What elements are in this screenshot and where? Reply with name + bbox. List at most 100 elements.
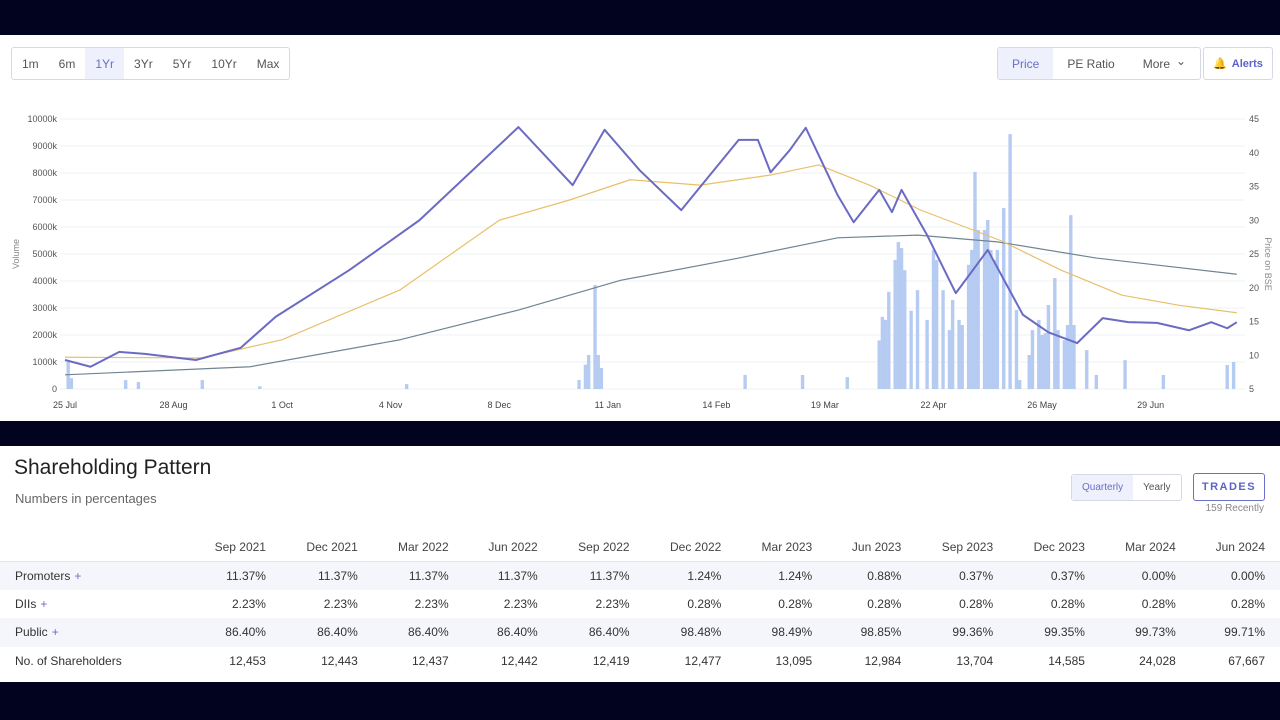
volume-bar [1002, 208, 1006, 389]
cell-value: 2.23% [231, 596, 266, 611]
y-left-tick: 4000k [32, 276, 57, 286]
x-tick: 14 Feb [702, 400, 730, 410]
trades-note: 159 Recently [1205, 503, 1264, 514]
y-left-label: Volume [11, 239, 21, 269]
volume-bar [1043, 333, 1047, 389]
y-left-tick: 0 [52, 384, 57, 394]
x-tick: 1 Oct [271, 400, 293, 410]
y-left-tick: 8000k [32, 168, 57, 178]
cell-value: 1.24% [644, 561, 737, 590]
period-toggle: Quarterly Yearly [1071, 474, 1182, 501]
expand-plus-icon[interactable]: + [52, 625, 59, 639]
cell-value: 86.40% [463, 618, 553, 647]
row-label[interactable]: DIIs + [0, 590, 189, 619]
y-left-tick: 3000k [32, 303, 57, 313]
cell-value: 13,095 [775, 653, 813, 668]
column-header: Mar 2022 [372, 534, 464, 562]
column-header: Mar 2023 [736, 534, 828, 562]
cell-value: 11.37% [189, 561, 281, 590]
cell-value: 86.40% [552, 618, 645, 647]
y-right-tick: 15 [1249, 317, 1259, 327]
cell-value: 14,585 [1048, 653, 1085, 668]
volume-bar [1094, 374, 1099, 389]
cell-value: 98.49% [736, 618, 828, 647]
y-left-tick: 7000k [32, 195, 57, 205]
row-label[interactable]: Public + [0, 618, 190, 647]
volume-bar [136, 381, 141, 389]
row-label-text: DIIs [15, 596, 37, 611]
column-header: Dec 2021 [280, 534, 373, 562]
cell-value: 12,437 [411, 653, 449, 668]
cell-value: 12,477 [684, 653, 722, 668]
row-label: No. of Shareholders [0, 647, 189, 676]
volume-bar [1231, 362, 1236, 389]
cell-value: 86.40% [372, 618, 464, 647]
y-right-tick: 5 [1249, 384, 1254, 394]
cell-value: 11.37% [280, 561, 373, 590]
volume-bar [593, 285, 597, 389]
cell-value: 99.36% [916, 618, 1009, 647]
cell-value: 99.73% [1099, 618, 1191, 647]
toggle-quarterly[interactable]: Quarterly [1072, 475, 1134, 500]
row-label-text: Public [15, 625, 48, 640]
y-left-tick: 9000k [32, 141, 57, 151]
volume-bar [934, 259, 939, 389]
table-row: DIIs +2.23% 2.23% 2.23% 2.23% 2.23% 0.28% 0.28%… [0, 590, 1280, 619]
cell-value: 0.28% [1050, 596, 1085, 611]
y-right-tick: 35 [1249, 182, 1259, 192]
shareholding-table: Sep 2021 Dec 2021 Mar 2022 Jun 2022 Sep 2022… [0, 534, 1280, 675]
x-tick: 11 Jan [595, 400, 621, 410]
cell-value: 98.48% [644, 618, 737, 647]
cell-value: 0.37% [1008, 561, 1100, 590]
volume-bar [887, 291, 891, 389]
expand-plus-icon[interactable]: + [40, 597, 47, 611]
section-title: Shareholding Pattern [14, 456, 212, 479]
volume-bar [200, 380, 204, 389]
expand-plus-icon[interactable]: + [74, 569, 81, 583]
volume-bar [896, 242, 901, 389]
cell-value: 67,667 [1228, 653, 1265, 668]
volume-bar [69, 378, 74, 389]
volume-bar [1225, 364, 1229, 389]
column-header: Sep 2023 [916, 534, 1009, 562]
volume-bar [123, 380, 128, 389]
volume-bar [947, 330, 952, 389]
volume-bar [596, 354, 600, 389]
dma200-line [64, 234, 1237, 376]
volume-bar [845, 377, 849, 389]
volume-bar [800, 374, 805, 389]
dma50-line [64, 164, 1237, 359]
toggle-yearly[interactable]: Yearly [1133, 475, 1180, 500]
trades-button[interactable]: TRADES [1193, 473, 1265, 501]
cell-value: 24,028 [1139, 653, 1176, 668]
cell-value: 86.40% [189, 618, 281, 647]
y-left-tick: 6000k [32, 222, 57, 232]
row-label[interactable]: Promoters + [0, 561, 190, 590]
y-right-tick: 10 [1249, 350, 1259, 360]
volume-bar [957, 319, 961, 389]
column-header: Sep 2022 [552, 534, 645, 562]
volume-bar [1123, 360, 1127, 389]
x-tick: 19 Mar [811, 400, 839, 410]
volume-bar [941, 290, 945, 389]
y-right-tick: 40 [1249, 148, 1259, 158]
cell-value: 2.23% [595, 596, 630, 611]
cell-value: 2.23% [323, 596, 358, 611]
y-left-tick: 1000k [32, 357, 57, 367]
x-tick: 29 Jun [1137, 400, 1164, 410]
cell-value: 0.28% [1141, 596, 1176, 611]
x-tick: 22 Apr [920, 400, 946, 410]
price-line [64, 126, 1238, 368]
volume-bar [66, 362, 70, 389]
volume-bar [1161, 374, 1166, 389]
column-header: Jun 2022 [463, 534, 553, 562]
y-right-label: Price on BSE [1263, 237, 1273, 291]
row-header-blank [0, 534, 190, 562]
shareholding-panel: Shareholding Pattern Numbers in percenta… [0, 446, 1280, 682]
volume-bar [586, 354, 591, 389]
cell-value: 11.37% [372, 561, 464, 590]
y-left-tick: 5000k [32, 249, 57, 259]
volume-bar [1046, 305, 1051, 389]
volume-bar [583, 364, 588, 389]
cell-value: 12,419 [592, 653, 630, 668]
